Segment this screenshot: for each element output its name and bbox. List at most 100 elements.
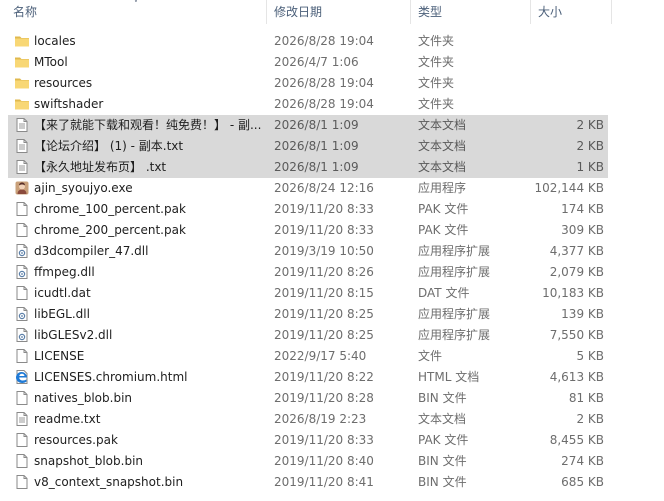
- column-header-type[interactable]: 类型: [418, 0, 442, 24]
- file-row[interactable]: ffmpeg.dll 2019/11/20 8:26 应用程序扩展 2,079 KB: [8, 262, 608, 283]
- file-size: 1 KB: [576, 160, 604, 174]
- file-date: 2019/11/20 8:15: [274, 286, 374, 300]
- file-date: 2026/8/28 19:04: [274, 97, 374, 111]
- file-size: 4,613 KB: [549, 370, 604, 384]
- file-size: 685 KB: [561, 475, 604, 489]
- text-file-icon: [14, 159, 30, 175]
- file-type: 应用程序: [418, 181, 467, 195]
- file-row[interactable]: 【永久地址发布页】 .txt 2026/8/1 1:09 文本文档 1 KB: [8, 157, 608, 178]
- file-icon: [14, 474, 30, 490]
- file-name: libGLESv2.dll: [34, 328, 113, 342]
- file-name: resources: [34, 76, 93, 90]
- text-file-icon: [14, 411, 30, 427]
- file-date: 2019/3/19 10:50: [274, 244, 374, 258]
- file-type: 文本文档: [418, 118, 467, 132]
- text-file-icon: [14, 138, 30, 154]
- file-date: 2019/11/20 8:33: [274, 202, 374, 216]
- column-divider[interactable]: [410, 0, 411, 24]
- file-type: 文本文档: [418, 139, 467, 153]
- file-size: 5 KB: [576, 349, 604, 363]
- column-header-bar: ∨ 名称 修改日期 类型 大小: [0, 0, 664, 24]
- file-date: 2019/11/20 8:22: [274, 370, 374, 384]
- file-size: 139 KB: [561, 307, 604, 321]
- file-name: ffmpeg.dll: [34, 265, 95, 279]
- file-name: ajin_syoujyo.exe: [34, 181, 133, 195]
- file-type: DAT 文件: [418, 286, 470, 300]
- file-date: 2026/8/28 19:04: [274, 76, 374, 90]
- file-row[interactable]: locales 2026/8/28 19:04 文件夹: [8, 31, 608, 52]
- file-type: PAK 文件: [418, 202, 469, 216]
- file-type: 文本文档: [418, 412, 467, 426]
- dll-file-icon: [14, 243, 30, 259]
- file-row[interactable]: 【来了就能下载和观看！纯免费！】 - 副... 2026/8/1 1:09 文本文档…: [8, 115, 608, 136]
- file-row[interactable]: LICENSES.chromium.html 2019/11/20 8:22 HTM…: [8, 367, 608, 388]
- file-icon: [14, 453, 30, 469]
- file-size: 2 KB: [576, 118, 604, 132]
- column-header-size[interactable]: 大小: [538, 0, 562, 24]
- file-type: 应用程序扩展: [418, 307, 491, 321]
- file-type: 应用程序扩展: [418, 265, 491, 279]
- file-name: MTool: [34, 55, 68, 69]
- file-date: 2019/11/20 8:26: [274, 265, 374, 279]
- file-name: resources.pak: [34, 433, 118, 447]
- file-row[interactable]: chrome_100_percent.pak 2019/11/20 8:33 PAK…: [8, 199, 608, 220]
- file-date: 2019/11/20 8:25: [274, 307, 374, 321]
- edge-html-icon: [14, 369, 30, 385]
- file-date: 2026/8/28 19:04: [274, 34, 374, 48]
- folder-icon: [14, 33, 30, 49]
- file-type: BIN 文件: [418, 475, 467, 489]
- folder-icon: [14, 96, 30, 112]
- column-header-date[interactable]: 修改日期: [274, 0, 322, 24]
- column-divider[interactable]: [611, 0, 612, 24]
- file-type: 应用程序扩展: [418, 244, 491, 258]
- file-name: readme.txt: [34, 412, 101, 426]
- file-row[interactable]: v8_context_snapshot.bin 2019/11/20 8:41 BI…: [8, 472, 608, 493]
- dll-file-icon: [14, 264, 30, 280]
- file-row[interactable]: snapshot_blob.bin 2019/11/20 8:40 BIN 文件 27…: [8, 451, 608, 472]
- sort-chevron-icon: ∨: [133, 0, 143, 4]
- file-size: 2,079 KB: [549, 265, 604, 279]
- file-date: 2019/11/20 8:25: [274, 328, 374, 342]
- file-type: PAK 文件: [418, 433, 469, 447]
- file-row[interactable]: d3dcompiler_47.dll 2019/3/19 10:50 应用程序扩展 4…: [8, 241, 608, 262]
- file-row[interactable]: 【论坛介绍】 (1) - 副本.txt 2026/8/1 1:09 文本文档 2 KB: [8, 136, 608, 157]
- column-divider[interactable]: [530, 0, 531, 24]
- file-type: 文本文档: [418, 160, 467, 174]
- file-name: locales: [34, 34, 76, 48]
- file-row[interactable]: ajin_syoujyo.exe 2026/8/24 12:16 应用程序 102,1…: [8, 178, 608, 199]
- file-name: 【来了就能下载和观看！纯免费！】 - 副...: [34, 118, 262, 132]
- file-date: 2019/11/20 8:33: [274, 433, 374, 447]
- file-row[interactable]: natives_blob.bin 2019/11/20 8:28 BIN 文件 81 …: [8, 388, 608, 409]
- folder-icon: [14, 54, 30, 70]
- file-name: swiftshader: [34, 97, 104, 111]
- file-date: 2026/8/1 1:09: [274, 118, 359, 132]
- file-icon: [14, 432, 30, 448]
- file-date: 2026/4/7 1:06: [274, 55, 359, 69]
- file-row[interactable]: readme.txt 2026/8/19 2:23 文本文档 2 KB: [8, 409, 608, 430]
- file-icon: [14, 390, 30, 406]
- column-header-name[interactable]: 名称: [13, 0, 37, 24]
- file-size: 174 KB: [561, 202, 604, 216]
- file-name: 【永久地址发布页】 .txt: [34, 160, 167, 174]
- file-row[interactable]: MTool 2026/4/7 1:06 文件夹: [8, 52, 608, 73]
- file-row[interactable]: libGLESv2.dll 2019/11/20 8:25 应用程序扩展 7,550 …: [8, 325, 608, 346]
- file-row[interactable]: resources.pak 2019/11/20 8:33 PAK 文件 8,455 …: [8, 430, 608, 451]
- file-size: 309 KB: [561, 223, 604, 237]
- file-icon: [14, 222, 30, 238]
- file-date: 2019/11/20 8:33: [274, 223, 374, 237]
- file-date: 2019/11/20 8:41: [274, 475, 374, 489]
- file-name: natives_blob.bin: [34, 391, 133, 405]
- app-exe-icon: [14, 180, 30, 196]
- file-row[interactable]: resources 2026/8/28 19:04 文件夹: [8, 73, 608, 94]
- file-row[interactable]: libEGL.dll 2019/11/20 8:25 应用程序扩展 139 KB: [8, 304, 608, 325]
- file-size: 10,183 KB: [542, 286, 604, 300]
- file-size: [532, 52, 604, 73]
- file-row[interactable]: swiftshader 2026/8/28 19:04 文件夹: [8, 94, 608, 115]
- column-divider[interactable]: [266, 0, 267, 24]
- file-name: libEGL.dll: [34, 307, 90, 321]
- file-name: chrome_100_percent.pak: [34, 202, 186, 216]
- file-row[interactable]: chrome_200_percent.pak 2019/11/20 8:33 PAK…: [8, 220, 608, 241]
- file-row[interactable]: icudtl.dat 2019/11/20 8:15 DAT 文件 10,183 KB: [8, 283, 608, 304]
- file-size: 4,377 KB: [549, 244, 604, 258]
- file-row[interactable]: LICENSE 2022/9/17 5:40 文件 5 KB: [8, 346, 608, 367]
